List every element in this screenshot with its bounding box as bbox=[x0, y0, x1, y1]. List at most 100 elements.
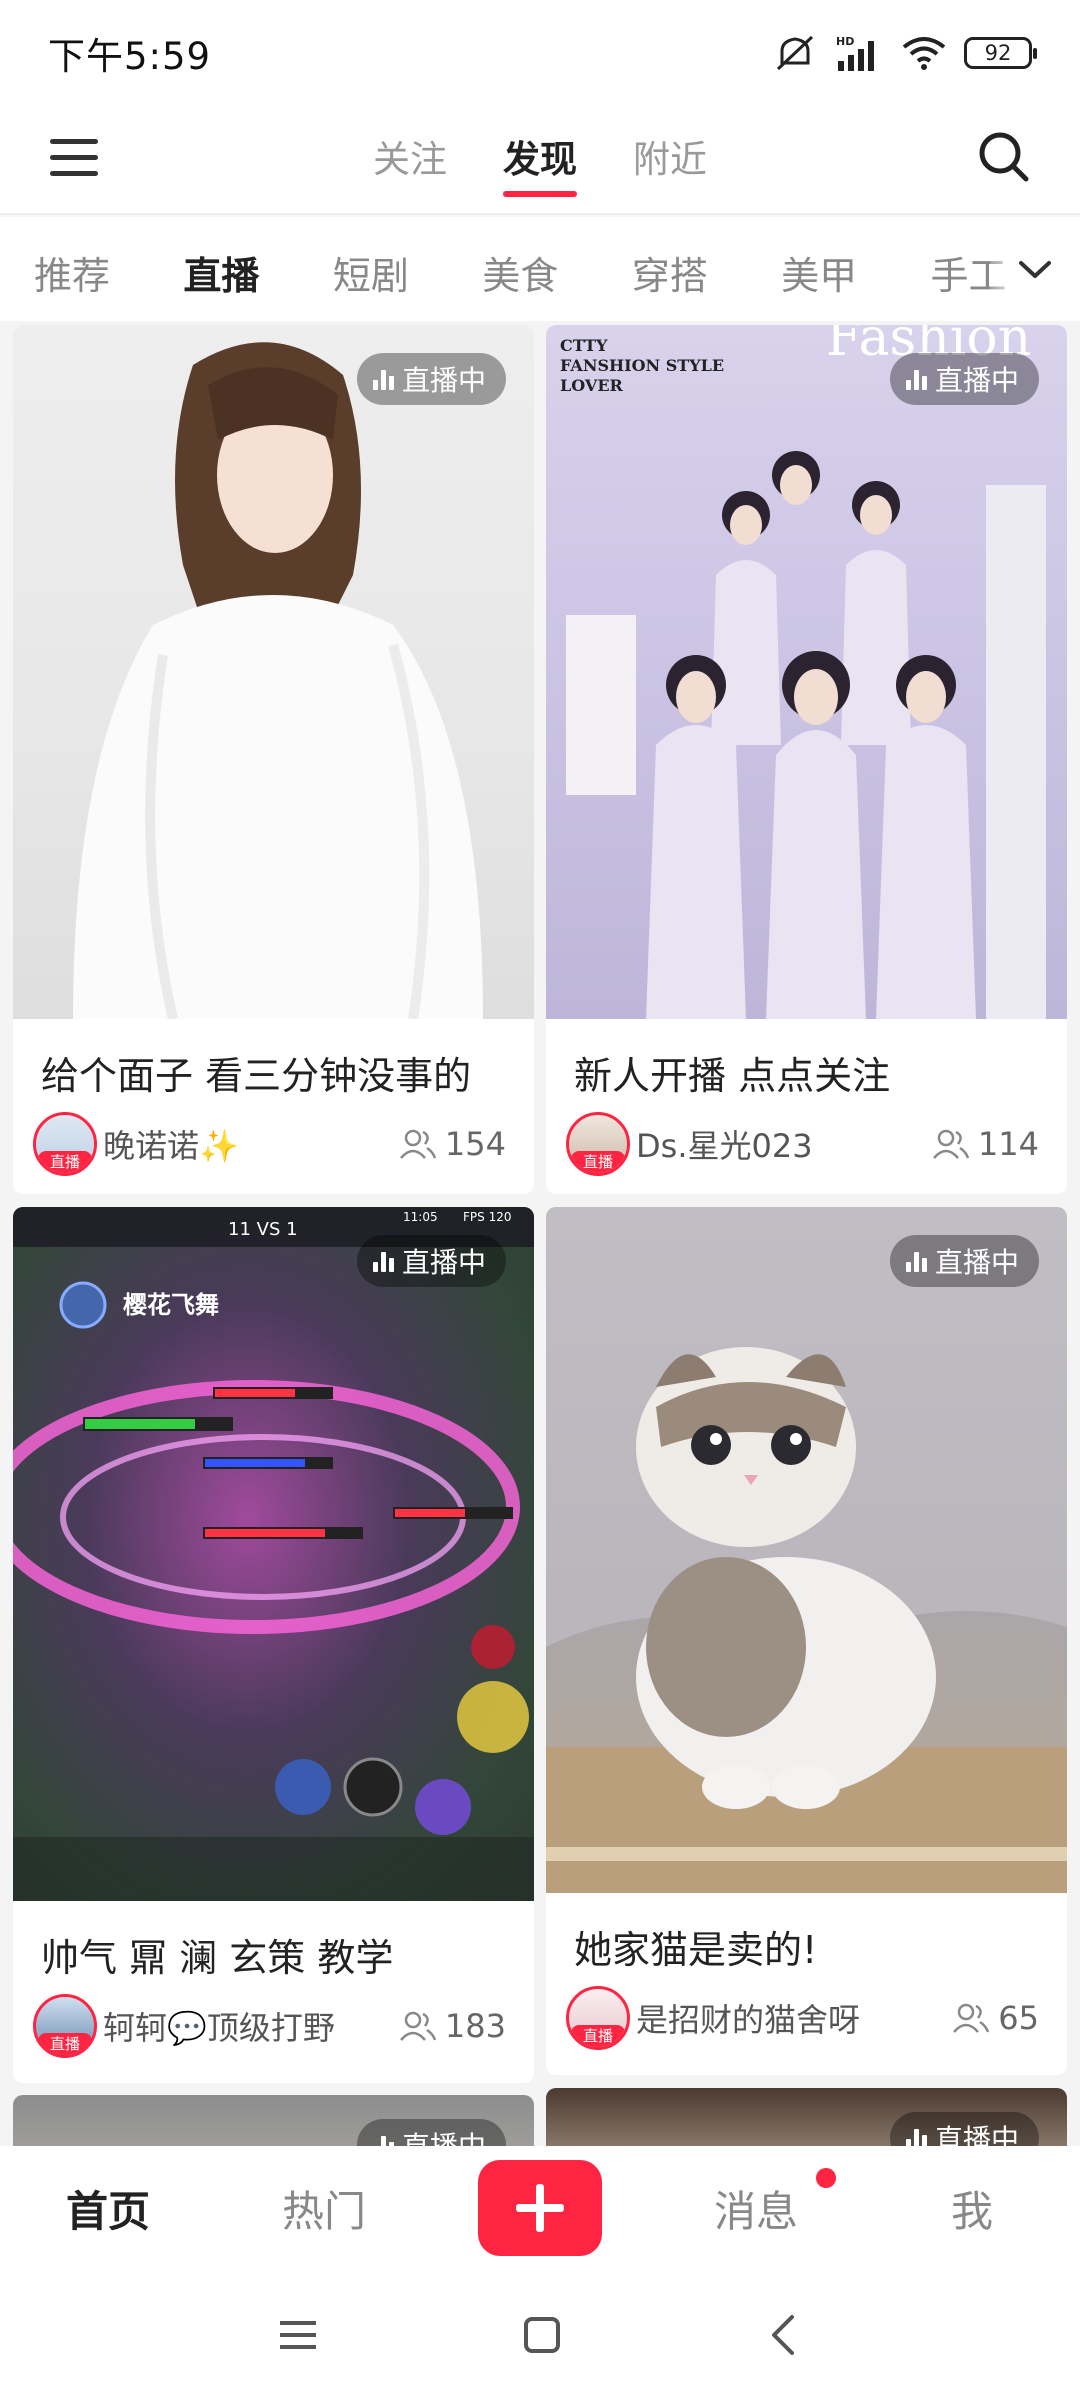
live-card[interactable]: 11 VS 1 11:05 FPS 120 樱花飞舞 直播中 帅气 鼏 澜 玄策… bbox=[13, 1207, 534, 2083]
nav-home[interactable]: 首页 bbox=[0, 2178, 216, 2239]
live-card[interactable]: CTTY FANSHION STYLE LOVER Fashion 直播中 新人… bbox=[546, 325, 1067, 1194]
card-title: 帅气 鼏 澜 玄策 教学 bbox=[41, 1936, 394, 1980]
viewer-count-value: 114 bbox=[977, 1125, 1039, 1163]
card-thumbnail[interactable]: 11 VS 1 11:05 FPS 120 樱花飞舞 直播中 bbox=[13, 1207, 534, 1901]
status-icons: HD 92 bbox=[774, 33, 1037, 73]
avatar[interactable]: 直播 bbox=[33, 1112, 97, 1176]
viewer-count-value: 65 bbox=[998, 1999, 1039, 2037]
author-name[interactable]: Ds.星光023 bbox=[636, 1121, 813, 1167]
live-badge: 直播中 bbox=[356, 1235, 506, 1287]
back-icon[interactable] bbox=[764, 2313, 804, 2357]
top-nav: 关注 发现 附近 bbox=[0, 105, 1080, 215]
category-nails[interactable]: 美甲 bbox=[781, 217, 930, 321]
tab-nearby[interactable]: 附近 bbox=[633, 105, 707, 215]
search-icon[interactable] bbox=[974, 127, 1034, 187]
status-bar: 下午5:59 HD 92 bbox=[0, 0, 1080, 105]
viewer-count: 183 bbox=[399, 2007, 506, 2045]
svg-text:HD: HD bbox=[836, 35, 854, 48]
nav-create[interactable] bbox=[432, 2160, 648, 2256]
nav-hot[interactable]: 热门 bbox=[216, 2178, 432, 2239]
live-badge-label: 直播中 bbox=[934, 1246, 1019, 1279]
live-badge-label: 直播中 bbox=[934, 364, 1019, 397]
live-badge: 直播中 bbox=[889, 353, 1039, 405]
viewer-count-value: 154 bbox=[444, 1125, 506, 1163]
chevron-down-icon bbox=[1019, 261, 1051, 278]
bottom-nav: 首页 热门 消息 我 bbox=[0, 2146, 1080, 2270]
avatar-live-tag: 直播 bbox=[38, 1151, 92, 1173]
live-bars-icon bbox=[905, 368, 927, 390]
avatar[interactable]: 直播 bbox=[33, 1994, 97, 2058]
tab-follow[interactable]: 关注 bbox=[373, 105, 447, 215]
poster-line-1: CTTY bbox=[560, 336, 608, 355]
card-thumbnail[interactable]: 直播中 bbox=[546, 1207, 1067, 1893]
signal-icon: HD bbox=[836, 35, 874, 71]
card-meta: 直播 是招财的猫舍呀 65 bbox=[546, 1974, 1067, 2050]
viewers-icon bbox=[932, 1129, 970, 1159]
live-card[interactable]: 直播中 bbox=[546, 2088, 1067, 2146]
game-screen: 11 VS 1 11:05 FPS 120 樱花飞舞 bbox=[13, 1207, 534, 1901]
game-fps: FPS 120 bbox=[463, 1210, 511, 1224]
author-name[interactable]: 是招财的猫舍呀 bbox=[636, 1995, 860, 2041]
home-icon[interactable] bbox=[520, 2313, 564, 2357]
category-short-drama[interactable]: 短剧 bbox=[333, 217, 482, 321]
avatar[interactable]: 直播 bbox=[566, 1986, 630, 2050]
live-bars-icon bbox=[373, 2134, 394, 2146]
viewers-icon bbox=[399, 2011, 437, 2041]
card-meta: 直播 轲轲💬顶级打野 183 bbox=[13, 1982, 534, 2058]
viewer-count: 114 bbox=[932, 1125, 1039, 1163]
live-card[interactable]: 直播中 她家猫是卖的! 直播 是招财的猫舍呀 65 bbox=[546, 1207, 1067, 2075]
game-player-name: 樱花飞舞 bbox=[123, 1291, 219, 1319]
wifi-icon bbox=[902, 36, 946, 70]
live-feed: 直播中 给个面子 看三分钟没事的 直播 晚诺诺✨ 154 CTTY FANSHI… bbox=[0, 321, 1080, 2146]
cat-photo bbox=[546, 1207, 1067, 1893]
card-title: 新人开播 点点关注 bbox=[574, 1054, 891, 1098]
live-bars-icon bbox=[372, 1250, 394, 1272]
viewers-icon bbox=[953, 2003, 990, 2033]
category-live[interactable]: 直播 bbox=[183, 217, 332, 321]
author-name[interactable]: 轲轲💬顶级打野 bbox=[103, 2003, 335, 2049]
author-name[interactable]: 晚诺诺✨ bbox=[103, 1121, 239, 1167]
category-expand-button[interactable] bbox=[990, 217, 1080, 321]
game-time: 11:05 bbox=[403, 1210, 438, 1224]
card-meta: 直播 晚诺诺✨ 154 bbox=[13, 1100, 534, 1176]
live-card[interactable]: 直播中 给个面子 看三分钟没事的 直播 晚诺诺✨ 154 bbox=[13, 325, 534, 1194]
poster-line-2: FANSHION STYLE bbox=[560, 356, 724, 375]
avatar-live-tag: 直播 bbox=[571, 2025, 625, 2047]
card-meta: 直播 Ds.星光023 114 bbox=[546, 1100, 1067, 1176]
card-title: 给个面子 看三分钟没事的 bbox=[41, 1054, 472, 1098]
viewer-count-value: 183 bbox=[444, 2007, 506, 2045]
battery-level: 92 bbox=[984, 40, 1012, 65]
live-badge: 直播中 bbox=[356, 2119, 506, 2146]
live-bars-icon bbox=[372, 368, 394, 390]
live-badge-label: 直播中 bbox=[402, 2125, 486, 2146]
category-outfit[interactable]: 穿搭 bbox=[632, 217, 781, 321]
tab-discover[interactable]: 发现 bbox=[503, 105, 577, 215]
status-time: 下午5:59 bbox=[48, 34, 212, 78]
category-food[interactable]: 美食 bbox=[482, 217, 631, 321]
battery-indicator: 92 bbox=[964, 36, 1037, 69]
unread-dot bbox=[816, 2167, 836, 2188]
category-bar: 推荐 直播 短剧 美食 穿搭 美甲 手工 bbox=[0, 217, 1080, 321]
avatar-live-tag: 直播 bbox=[38, 2033, 92, 2055]
live-badge: 直播中 bbox=[889, 1235, 1039, 1287]
poster-line-3: LOVER bbox=[560, 376, 624, 395]
avatar[interactable]: 直播 bbox=[566, 1112, 630, 1176]
live-badge-label: 直播中 bbox=[401, 364, 486, 397]
recents-icon[interactable] bbox=[276, 2315, 320, 2355]
live-badge-label: 直播中 bbox=[934, 2123, 1019, 2146]
girl-photo bbox=[73, 342, 483, 1019]
live-badge: 直播中 bbox=[356, 353, 506, 405]
top-tabs: 关注 发现 附近 bbox=[0, 105, 1080, 215]
plus-icon[interactable] bbox=[478, 2160, 602, 2256]
card-title: 她家猫是卖的! bbox=[574, 1928, 818, 1972]
nav-me[interactable]: 我 bbox=[864, 2178, 1080, 2239]
live-card[interactable]: 直播中 bbox=[13, 2095, 534, 2146]
viewers-icon bbox=[399, 1129, 437, 1159]
category-recommend[interactable]: 推荐 bbox=[34, 217, 183, 321]
card-thumbnail[interactable]: CTTY FANSHION STYLE LOVER Fashion 直播中 bbox=[546, 325, 1067, 1019]
card-thumbnail[interactable]: 直播中 bbox=[13, 325, 534, 1019]
nav-messages[interactable]: 消息 bbox=[648, 2167, 864, 2239]
live-bars-icon bbox=[905, 2127, 927, 2146]
mute-icon bbox=[776, 35, 814, 70]
system-nav bbox=[0, 2270, 1080, 2400]
